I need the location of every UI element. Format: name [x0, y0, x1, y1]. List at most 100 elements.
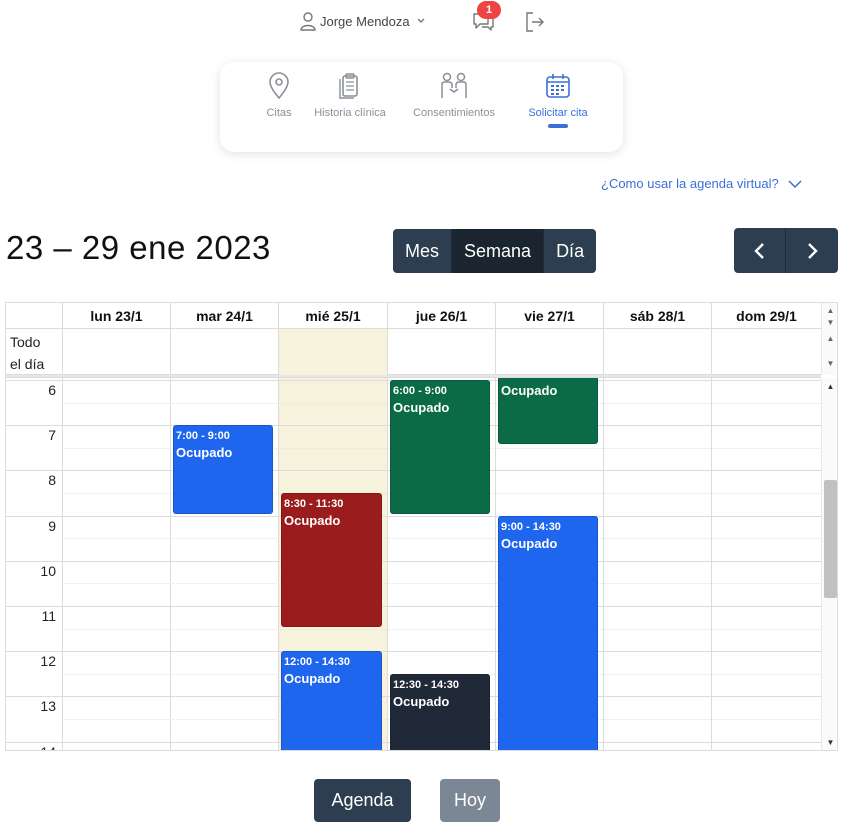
- nav-item-solicitar-cita[interactable]: Solicitar cita: [513, 72, 603, 128]
- hour-label: 7: [48, 427, 56, 444]
- time-grid-scrollbar[interactable]: ▲ ▼: [821, 378, 837, 750]
- view-day-button[interactable]: Día: [544, 229, 597, 273]
- nav-item-historia[interactable]: Historia clínica: [305, 72, 395, 120]
- day-header: mar 24/1: [170, 303, 278, 329]
- event-time: 12:30 - 14:30: [393, 678, 460, 691]
- event-title: Ocupado: [501, 535, 558, 551]
- day-header: sáb 28/1: [603, 303, 711, 329]
- calendar-title: 23 – 29 ene 2023: [6, 229, 271, 266]
- calendar-event[interactable]: Ocupado: [498, 378, 598, 444]
- half-hour-line: [62, 628, 821, 630]
- view-month-button[interactable]: Mes: [393, 229, 453, 273]
- top-bar: Jorge Mendoza 1: [0, 0, 846, 44]
- day-header: lun 23/1: [62, 303, 170, 329]
- event-time: 7:00 - 9:00: [176, 430, 230, 443]
- time-grid[interactable]: 678910111213147:00 - 9:00Ocupado8:30 - 1…: [6, 378, 821, 750]
- calendar-header: lun 23/1 mar 24/1 mié 25/1 jue 26/1 vie 27/1…: [6, 303, 821, 329]
- calendar-event[interactable]: 6:00 - 9:00 Ocupado: [390, 380, 490, 514]
- hour-label: 11: [41, 608, 56, 624]
- event-title: Ocupado: [284, 513, 341, 528]
- logout-button[interactable]: [524, 11, 546, 38]
- event-time: 12:00 - 14:30: [284, 656, 351, 669]
- week-calendar: lun 23/1 mar 24/1 mié 25/1 jue 26/1 vie 27/1…: [5, 302, 838, 751]
- chevron-right-icon: [808, 242, 818, 259]
- event-title: Ocupado: [393, 400, 450, 415]
- day-divider: [495, 378, 496, 750]
- calendar-event[interactable]: 9:00 - 14:30 Ocupado: [498, 515, 598, 750]
- all-day-label-line2: el día: [10, 356, 45, 372]
- next-button[interactable]: [786, 228, 838, 273]
- user-menu[interactable]: Jorge Mendoza: [300, 11, 428, 31]
- help-link[interactable]: ¿Como usar la agenda virtual?: [601, 176, 803, 191]
- all-day-row: Todo el día: [6, 329, 821, 375]
- hour-line: [6, 651, 821, 653]
- agenda-button[interactable]: Agenda: [314, 779, 411, 822]
- day-header: vie 27/1: [495, 303, 603, 329]
- nav-label: Historia clínica: [314, 107, 386, 119]
- calendar-event[interactable]: 12:30 - 14:30 Ocupado: [390, 673, 490, 750]
- chevron-left-icon: [753, 242, 764, 259]
- hour-label: 9: [48, 517, 56, 534]
- all-day-cell[interactable]: [387, 329, 495, 375]
- half-hour-line: [62, 538, 821, 540]
- all-day-label: Todo el día: [10, 331, 44, 375]
- nav-label: Citas: [266, 107, 292, 119]
- view-week-button[interactable]: Semana: [452, 229, 545, 273]
- all-day-cell[interactable]: [278, 329, 387, 375]
- scrollbar-thumb[interactable]: [824, 480, 837, 598]
- event-title: Ocupado: [284, 671, 341, 687]
- event-title: Ocupado: [501, 383, 558, 398]
- help-link-text: ¿Como usar la agenda virtual?: [601, 176, 779, 191]
- day-divider: [278, 378, 279, 750]
- chevron-down-icon: [788, 179, 802, 188]
- day-header: dom 29/1: [711, 303, 821, 329]
- period-navigation: [734, 228, 838, 273]
- prev-button[interactable]: [734, 228, 786, 273]
- all-day-cell[interactable]: [62, 329, 170, 375]
- day-divider: [62, 378, 63, 750]
- logout-icon: [526, 12, 544, 32]
- event-title: Ocupado: [176, 445, 233, 461]
- hour-label: 14: [6, 744, 56, 750]
- handshake-people-icon: [441, 72, 467, 98]
- hour-label: 10: [40, 562, 56, 579]
- calendar-event[interactable]: 12:00 - 14:30 Ocupado: [281, 651, 382, 750]
- clipboard-icon: [339, 73, 358, 99]
- all-day-label-line1: Todo: [10, 334, 41, 350]
- all-day-cell[interactable]: [170, 329, 278, 375]
- event-time: 9:00 - 14:30: [501, 520, 561, 533]
- notification-badge: 1: [477, 1, 501, 19]
- hour-line: [6, 560, 821, 562]
- day-divider: [711, 378, 712, 750]
- user-name: Jorge Mendoza: [320, 13, 410, 29]
- all-day-cell[interactable]: [711, 329, 821, 375]
- day-header: mié 25/1: [278, 303, 387, 329]
- nav-label: Solicitar cita: [528, 107, 588, 119]
- hour-label: 6: [48, 382, 56, 398]
- calendar-icon: [546, 74, 570, 98]
- all-day-cell[interactable]: [495, 329, 603, 375]
- hour-label: 12: [40, 653, 56, 670]
- hour-line: [6, 515, 821, 517]
- day-header: jue 26/1: [387, 303, 495, 329]
- half-hour-line: [62, 583, 821, 585]
- chevron-down-icon: [417, 18, 425, 23]
- hour-line: [6, 606, 821, 607]
- calendar-event[interactable]: 7:00 - 9:00 Ocupado: [173, 425, 273, 514]
- event-time: 6:00 - 9:00: [393, 385, 447, 397]
- allday-scrollbar[interactable]: ▲ ▼ ▲ ▼: [821, 303, 837, 375]
- today-button[interactable]: Hoy: [440, 779, 500, 822]
- event-title: Ocupado: [393, 693, 450, 709]
- nav-item-consentimientos[interactable]: Consentimientos: [409, 72, 499, 120]
- day-divider: [387, 378, 388, 750]
- all-day-cell[interactable]: [603, 329, 711, 375]
- hour-label: 13: [40, 698, 56, 715]
- user-icon: [300, 12, 316, 31]
- nav-card: Citas Historia clínica Consentimientos S…: [220, 62, 623, 152]
- day-divider: [603, 378, 604, 750]
- hour-label: 8: [48, 472, 56, 489]
- active-indicator: [548, 124, 568, 128]
- day-divider: [170, 378, 171, 750]
- calendar-event[interactable]: 8:30 - 11:30 Ocupado: [281, 493, 382, 627]
- nav-label: Consentimientos: [413, 107, 495, 119]
